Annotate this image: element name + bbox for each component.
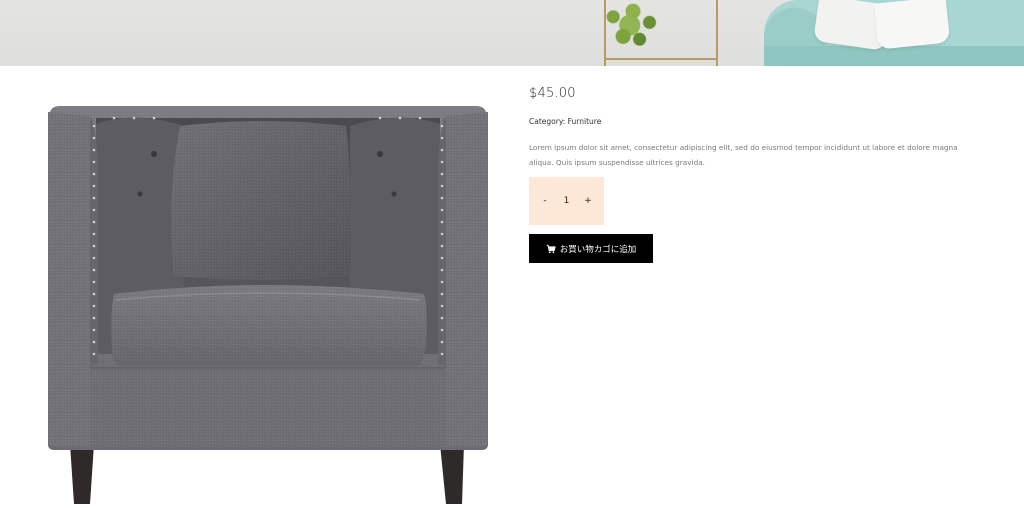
product-category: Category: Furniture	[529, 117, 979, 127]
quantity-decrease-button[interactable]: -	[538, 196, 552, 206]
hero-banner-image	[0, 0, 1024, 66]
quantity-input[interactable]	[557, 196, 576, 206]
sofa-pillow	[873, 0, 951, 50]
quantity-increase-button[interactable]: +	[581, 196, 595, 206]
product-description: Lorem ipsum dolor sit amet, consectetur …	[529, 143, 958, 167]
shopping-cart-icon	[546, 244, 556, 254]
add-to-cart-button[interactable]: お買い物カゴに追加	[529, 234, 653, 263]
add-to-cart-label: お買い物カゴに追加	[559, 244, 637, 255]
product-price: $45.00	[529, 86, 576, 101]
product-info: $45.00 Category: Furniture Lorem ipsum d…	[529, 84, 979, 263]
product-page: $45.00 Category: Furniture Lorem ipsum d…	[0, 0, 1024, 508]
category-label: Category:	[529, 117, 566, 126]
quantity-stepper: - +	[529, 177, 604, 225]
category-link[interactable]: Furniture	[568, 117, 602, 126]
product-image-armchair	[44, 104, 492, 508]
